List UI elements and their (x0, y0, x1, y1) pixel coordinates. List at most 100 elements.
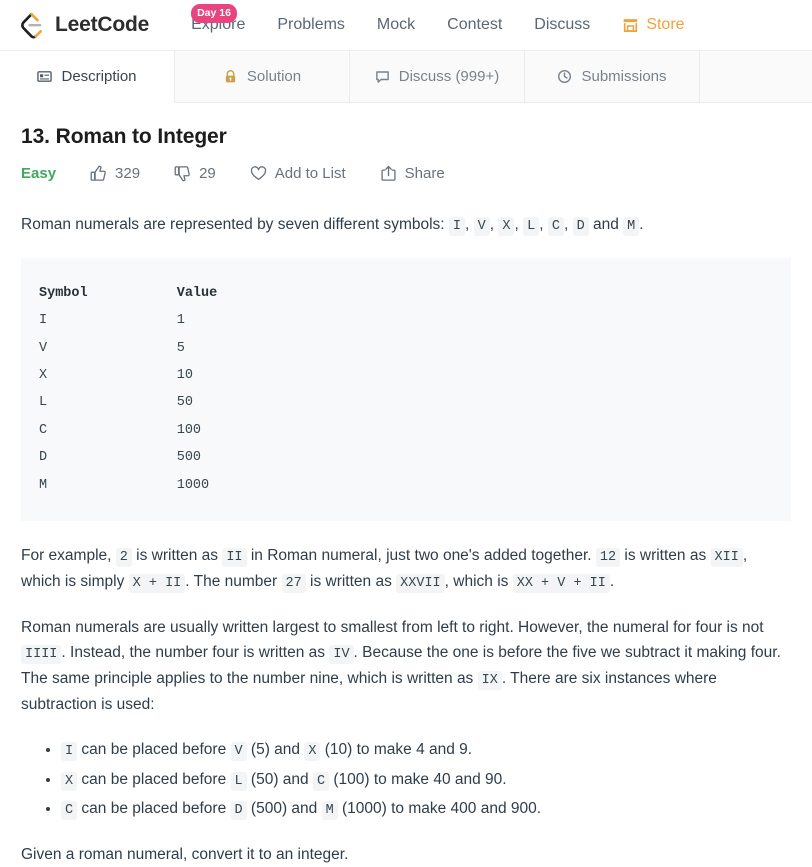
subtraction-rules-list: I can be placed before V (5) and X (10) … (21, 737, 791, 823)
closing-paragraph: Given a roman numeral, convert it to an … (21, 846, 349, 864)
tab-submissions[interactable]: Submissions (525, 51, 700, 102)
add-to-list-button[interactable]: Add to List (250, 165, 346, 182)
nav-link-store[interactable]: Store (606, 16, 700, 34)
value-code: 27 (281, 573, 306, 593)
nav-link-mock[interactable]: Mock (361, 16, 431, 34)
tab-description[interactable]: Description (0, 51, 175, 103)
list-item: I can be placed before V (5) and X (10) … (61, 737, 791, 763)
nav-link-label: Discuss (534, 16, 591, 33)
difficulty-badge: Easy (21, 165, 57, 182)
value-code: X + II (128, 573, 186, 593)
symbol-code: D (572, 217, 589, 236)
text-run: can be placed before (77, 800, 231, 818)
value-code: C (312, 771, 330, 791)
intro-end: . (639, 216, 644, 233)
top-navbar: LeetCode Day 16 Explore Problems Mock Co… (0, 0, 812, 51)
dislike-button[interactable]: 29 (174, 165, 216, 182)
nav-link-label: Contest (447, 16, 503, 33)
text-run: can be placed before (77, 740, 231, 758)
list-item: X can be placed before L (50) and C (100… (61, 767, 791, 793)
store-icon (622, 17, 639, 34)
nav-link-contest[interactable]: Contest (431, 16, 518, 34)
list-item: C can be placed before D (500) and M (10… (61, 796, 791, 822)
problem-tabbar: Description Solution Discuss (999+) Subm… (0, 51, 812, 103)
thumbs-up-icon (90, 165, 107, 182)
tab-label: Description (61, 68, 137, 85)
value-code: C (61, 801, 78, 821)
value-code: IX (477, 670, 502, 690)
text-run: (500) and (246, 800, 322, 818)
tabbar-filler (700, 51, 812, 102)
lock-icon (223, 69, 238, 84)
description-icon (37, 69, 53, 84)
comment-icon (375, 69, 390, 84)
value-code: II (222, 547, 247, 567)
value-code: X (61, 771, 78, 791)
like-button[interactable]: 329 (90, 165, 140, 182)
nav-link-discuss[interactable]: Discuss (518, 16, 606, 34)
nav-links: Day 16 Explore Problems Mock Contest Dis… (175, 4, 700, 34)
value-code: V (230, 741, 247, 761)
symbol-code: M (623, 217, 640, 236)
intro-paragraph: Roman numerals are represented by seven … (21, 216, 644, 236)
dislike-count: 29 (199, 165, 216, 182)
nav-link-explore[interactable]: Day 16 Explore (175, 4, 261, 34)
share-button[interactable]: Share (380, 165, 445, 182)
symbol-value-table: Symbol Value I 1 V 5 X 10 L 50 C 100 D 5… (21, 257, 791, 521)
text-run: in Roman numeral, just two one's added t… (246, 546, 596, 564)
text-run: . (609, 572, 615, 590)
text-run: Roman numerals are usually written large… (21, 618, 764, 636)
heart-icon (250, 165, 267, 182)
share-icon (380, 165, 397, 182)
value-code: M (321, 801, 338, 821)
symbol-code: X (498, 217, 515, 236)
nav-link-label: Mock (376, 16, 416, 33)
value-code: D (230, 801, 247, 821)
problem-meta-row: Easy 329 29 Add to List Share (21, 165, 791, 182)
value-code: I (61, 741, 78, 761)
value-code: IIII (21, 644, 62, 664)
text-run: is written as (305, 572, 397, 590)
add-to-list-label: Add to List (274, 165, 346, 182)
nav-link-label: Problems (277, 16, 345, 33)
tab-label: Submissions (581, 68, 667, 85)
intro-text: Roman numerals are represented by seven … (21, 216, 449, 233)
text-run: is written as (620, 546, 711, 564)
value-code: XII (710, 547, 743, 567)
tab-label: Solution (246, 68, 302, 85)
symbol-code: C (547, 217, 564, 236)
rules-paragraph: Roman numerals are usually written large… (21, 615, 791, 717)
value-code: X (304, 741, 321, 761)
symbol-code: L (523, 217, 540, 236)
text-run: For example, (21, 546, 116, 564)
symbol-code: V (473, 217, 490, 236)
thumbs-down-icon (174, 165, 191, 182)
text-run: is written as (131, 546, 223, 564)
leetcode-logo-icon (18, 10, 48, 40)
value-code: XX + V + II (512, 573, 610, 593)
problem-content: 13. Roman to Integer Easy 329 29 Add to … (0, 103, 812, 867)
text-run: , which is (444, 572, 513, 590)
leetcode-brand[interactable]: LeetCode (18, 10, 149, 40)
value-code: 12 (595, 547, 621, 567)
text-run: . Instead, the number four is written as (61, 643, 330, 661)
text-run: (50) and (246, 770, 313, 788)
text-run: (100) to make 40 and 90. (329, 770, 507, 788)
value-code: 2 (115, 547, 132, 567)
value-code: IV (329, 644, 354, 664)
page-title: 13. Roman to Integer (21, 125, 227, 148)
example-paragraph: For example, 2 is written as II in Roman… (21, 543, 791, 595)
intro-conjunction: and (588, 216, 624, 233)
tab-solution[interactable]: Solution (175, 51, 350, 102)
symbol-code: I (448, 217, 466, 236)
value-code: XXVII (396, 573, 445, 593)
day-streak-badge: Day 16 (191, 4, 237, 23)
tab-discuss[interactable]: Discuss (999+) (350, 51, 525, 102)
like-count: 329 (115, 165, 141, 182)
text-run: (5) and (246, 740, 305, 758)
tab-label: Discuss (999+) (398, 68, 500, 85)
text-run: (1000) to make 400 and 900. (337, 800, 542, 818)
text-run: . The number (185, 572, 282, 590)
nav-link-problems[interactable]: Problems (261, 16, 361, 34)
text-run: can be placed before (77, 770, 231, 788)
